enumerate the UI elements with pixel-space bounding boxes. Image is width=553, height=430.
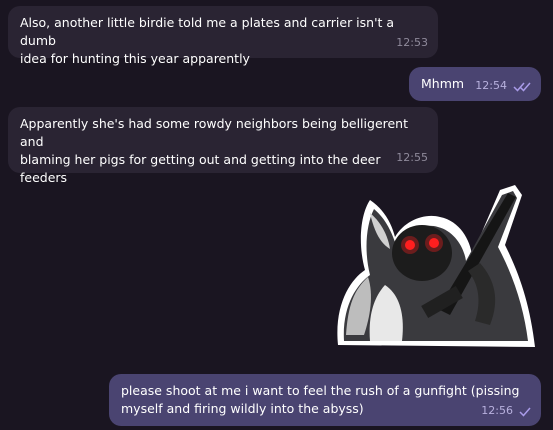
sticker-message[interactable] <box>330 185 542 360</box>
message-time: 12:55 <box>396 151 428 164</box>
message-text: please shoot at me i want to feel the ru… <box>121 383 520 416</box>
armed-creature-sticker-icon <box>337 185 535 347</box>
message-outgoing[interactable]: Mhmm 12:54 <box>409 67 541 101</box>
message-time: 12:54 <box>475 79 507 92</box>
message-outgoing[interactable]: please shoot at me i want to feel the ru… <box>109 374 541 426</box>
message-incoming[interactable]: Apparently she's had some rowdy neighbor… <box>8 107 438 185</box>
chat-history: Also, another little birdie told me a pl… <box>0 0 553 430</box>
message-meta: 12:55 <box>396 149 428 167</box>
message-time: 12:53 <box>396 36 428 49</box>
message-text: Apparently she's had some rowdy neighbor… <box>20 116 409 185</box>
message-meta: 12:54 <box>475 77 531 95</box>
single-check-icon <box>519 406 531 417</box>
message-text: Also, another little birdie told me a pl… <box>20 15 395 66</box>
double-check-icon <box>513 81 531 92</box>
message-incoming[interactable]: Also, another little birdie told me a pl… <box>8 6 438 66</box>
message-meta: 12:56 <box>481 402 531 420</box>
message-meta: 12:53 <box>396 34 428 52</box>
message-time: 12:56 <box>481 404 513 417</box>
